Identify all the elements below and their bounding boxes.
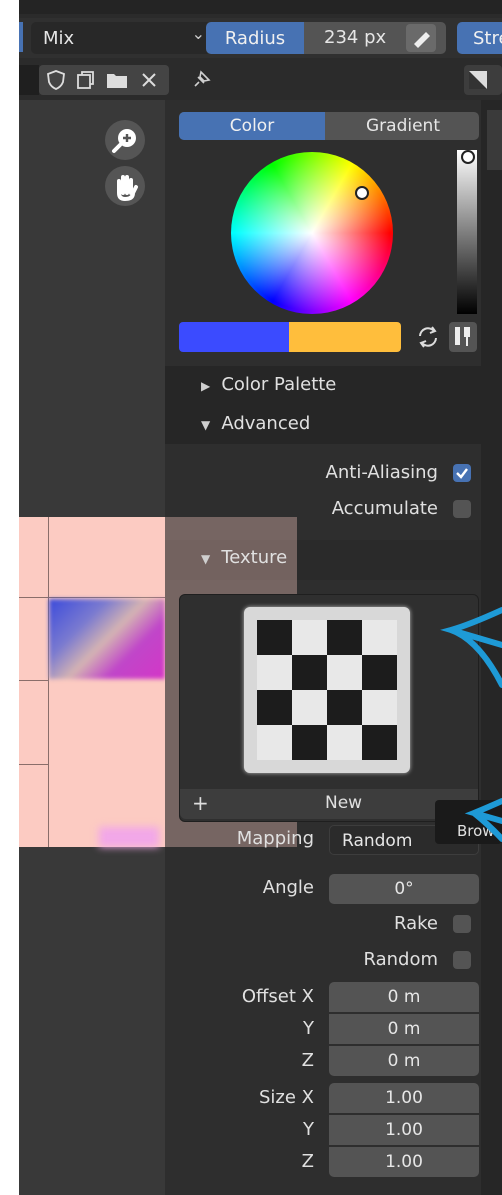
anti-aliasing-label: Anti-Aliasing [325, 462, 438, 483]
image-type-dropdown[interactable] [464, 65, 502, 95]
random-checkbox[interactable] [453, 951, 471, 969]
section-texture-label: Texture [221, 547, 288, 568]
offset-y-label: Y [303, 1018, 314, 1039]
hand-icon [117, 175, 138, 202]
offset-x-label: Offset X [241, 986, 314, 1007]
angle-field[interactable]: 0° [329, 874, 479, 904]
image-selector[interactable] [19, 65, 39, 95]
size-z-label: Z [301, 1151, 314, 1172]
blender-ui: Mix ⌄ Radius 234 px Stre [19, 0, 502, 1195]
radius-value: 234 px [324, 27, 387, 48]
top-strip [19, 0, 502, 14]
canvas-grid-line [19, 764, 49, 765]
color-wheel[interactable] [231, 152, 393, 314]
blend-mode-dropdown[interactable]: Mix ⌄ [31, 22, 211, 54]
angle-label: Angle [262, 877, 314, 898]
secondary-color-swatch[interactable] [289, 322, 401, 352]
offset-y-field[interactable]: 0 m [329, 1014, 479, 1044]
painted-strokes [99, 827, 159, 847]
left-edge-marker [19, 22, 23, 52]
new-texture-label: New [325, 793, 363, 813]
mapping-label: Mapping [236, 828, 314, 849]
image-actions [39, 65, 169, 95]
strength-field[interactable]: Stre [457, 22, 502, 54]
image-viewport[interactable] [19, 100, 165, 1195]
checker-texture-icon [257, 620, 397, 760]
section-texture[interactable]: ▼ Texture [201, 547, 287, 568]
eyedropper-button[interactable] [449, 322, 477, 352]
expanded-triangle-icon: ▼ [201, 552, 211, 566]
offset-z-label: Z [301, 1050, 314, 1071]
canvas-grid-line [19, 597, 165, 598]
canvas-grid-line [19, 680, 49, 681]
anti-aliasing-checkbox[interactable] [453, 464, 471, 482]
collapsed-triangle-icon: ▶ [201, 379, 211, 393]
painted-strokes [49, 599, 165, 679]
pressure-icon[interactable] [406, 24, 436, 52]
section-advanced[interactable]: ▼ Advanced [201, 413, 310, 434]
size-y-label: Y [303, 1119, 314, 1140]
tab-gradient[interactable]: Gradient [327, 112, 479, 140]
pin-icon[interactable] [189, 68, 213, 92]
rake-checkbox[interactable] [453, 915, 471, 933]
size-x-field[interactable]: 1.00 [329, 1083, 479, 1113]
plus-icon: + [192, 791, 209, 815]
blend-mode-value: Mix [43, 27, 75, 49]
offset-z-field[interactable]: 0 m [329, 1046, 479, 1076]
side-tab[interactable] [487, 110, 502, 170]
size-x-label: Size X [258, 1087, 314, 1108]
radius-label: Radius [206, 22, 304, 54]
texture-thumbnail[interactable] [244, 607, 410, 773]
new-texture-button[interactable]: + New [180, 789, 478, 819]
shield-icon[interactable] [45, 69, 67, 91]
value-slider-handle[interactable] [461, 150, 475, 164]
pan-button[interactable] [105, 166, 145, 206]
paint-canvas[interactable] [19, 517, 165, 847]
value-slider[interactable] [457, 150, 477, 314]
section-advanced-label: Advanced [221, 413, 311, 434]
size-z-field[interactable]: 1.00 [329, 1147, 479, 1177]
rake-label: Rake [394, 913, 438, 934]
image-header [19, 60, 502, 100]
canvas-grid-line [48, 517, 49, 847]
expanded-triangle-icon: ▼ [201, 418, 211, 432]
duplicate-icon[interactable] [75, 69, 97, 91]
close-icon[interactable] [139, 70, 159, 90]
zoom-button[interactable] [105, 120, 145, 160]
annotation-arrow [440, 607, 502, 688]
folder-icon[interactable] [105, 70, 129, 90]
tab-color[interactable]: Color [179, 112, 325, 140]
random-label: Random [363, 949, 438, 970]
offset-x-field[interactable]: 0 m [329, 982, 479, 1012]
size-y-field[interactable]: 1.00 [329, 1115, 479, 1145]
primary-color-swatch[interactable] [179, 322, 289, 352]
header-toolbar: Mix ⌄ Radius 234 px Stre [19, 18, 502, 58]
chevron-down-icon: ⌄ [191, 24, 205, 43]
accumulate-label: Accumulate [331, 498, 438, 519]
section-color-palette[interactable]: ▶ Color Palette [201, 374, 336, 395]
annotation-arrow [464, 798, 502, 842]
zoom-icon [112, 129, 136, 153]
color-wheel-cursor[interactable] [355, 186, 369, 200]
image-type-icon [469, 71, 487, 89]
checkmark-icon [456, 468, 468, 479]
swap-icon[interactable] [415, 324, 441, 350]
eyedropper-icon [455, 327, 470, 346]
section-color-palette-label: Color Palette [221, 374, 337, 395]
color-mode-tabs: Color Gradient [179, 112, 479, 140]
accumulate-checkbox[interactable] [453, 500, 471, 518]
radius-field[interactable]: Radius 234 px [206, 22, 446, 54]
